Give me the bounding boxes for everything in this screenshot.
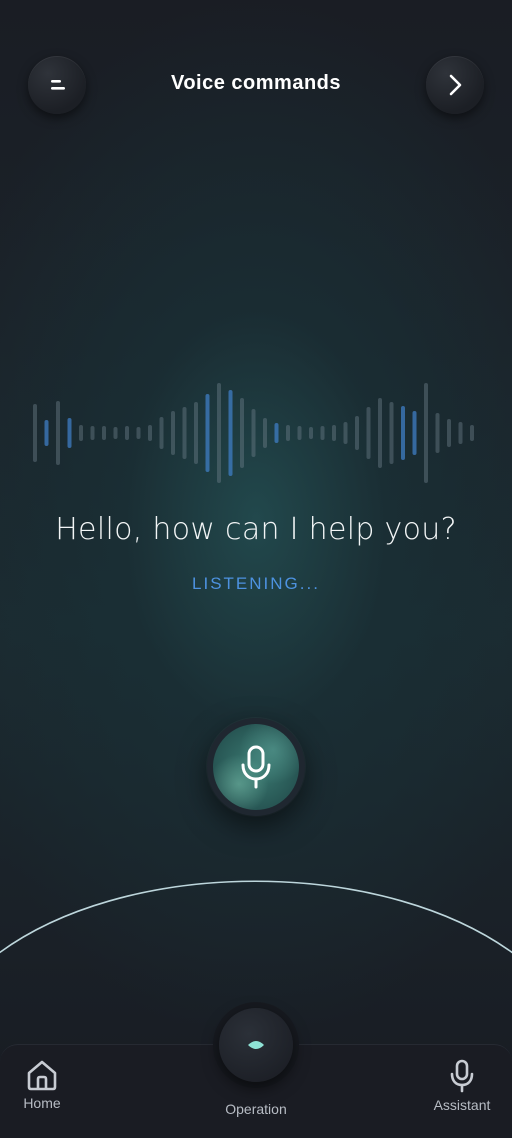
- waveform-bar: [251, 409, 256, 457]
- waveform-bar: [366, 407, 371, 459]
- waveform-bar: [320, 426, 325, 440]
- waveform-bar: [309, 427, 313, 439]
- eye-icon: [248, 1041, 264, 1049]
- waveform-bar: [102, 426, 106, 440]
- waveform-bar: [67, 418, 72, 448]
- waveform-bar: [113, 427, 118, 439]
- waveform-bar: [182, 407, 187, 459]
- waveform-bar: [90, 426, 95, 440]
- waveform-bar: [401, 406, 405, 460]
- waveform-bar: [355, 416, 359, 450]
- waveform-bar: [274, 423, 279, 443]
- chevron-right-icon: [449, 74, 462, 96]
- microphone-button-face: [213, 724, 299, 810]
- waveform-bar: [240, 398, 244, 468]
- microphone-button[interactable]: [207, 718, 305, 816]
- audio-waveform: [33, 383, 474, 483]
- waveform-bar: [217, 383, 221, 483]
- listening-status: LISTENING...: [192, 574, 320, 593]
- waveform-bar: [286, 425, 290, 441]
- waveform-bar: [470, 425, 474, 441]
- waveform-bar: [447, 419, 451, 447]
- next-button[interactable]: [426, 56, 484, 114]
- waveform-bar: [343, 422, 348, 444]
- home-icon: [27, 1060, 57, 1091]
- waveform-bar: [125, 426, 129, 440]
- waveform-bar: [136, 427, 141, 439]
- microphone-icon: [241, 745, 271, 789]
- waveform-bar: [194, 402, 198, 464]
- waveform-bar: [171, 411, 175, 455]
- waveform-bar: [458, 422, 463, 444]
- waveform-bar: [159, 417, 164, 449]
- waveform-bar: [148, 425, 152, 441]
- waveform-bar: [228, 390, 233, 476]
- waveform-bar: [44, 420, 49, 446]
- waveform-bar: [332, 425, 336, 441]
- waveform-bar: [297, 426, 302, 440]
- nav-item-home[interactable]: Home: [12, 1045, 72, 1138]
- waveform-bar: [205, 394, 210, 472]
- greeting-text: Hello, how can I help you?: [55, 512, 457, 547]
- waveform-bar: [435, 413, 440, 453]
- waveform-bar: [412, 411, 417, 455]
- nav-item-operation[interactable]: [219, 1008, 293, 1082]
- waveform-bar: [424, 383, 428, 483]
- waveform-bar: [263, 418, 267, 448]
- voice-commands-screen: Voice commands Hello, how can I help you…: [0, 0, 512, 1138]
- microphone-icon: [450, 1059, 474, 1093]
- waveform-bar: [378, 398, 382, 468]
- nav-item-assistant[interactable]: Assistant: [424, 1045, 500, 1138]
- waveform-bar: [79, 425, 83, 441]
- waveform-bar: [389, 402, 394, 464]
- waveform-bar: [33, 404, 37, 462]
- nav-label-operation: Operation: [225, 1101, 287, 1117]
- waveform-bar: [56, 401, 60, 465]
